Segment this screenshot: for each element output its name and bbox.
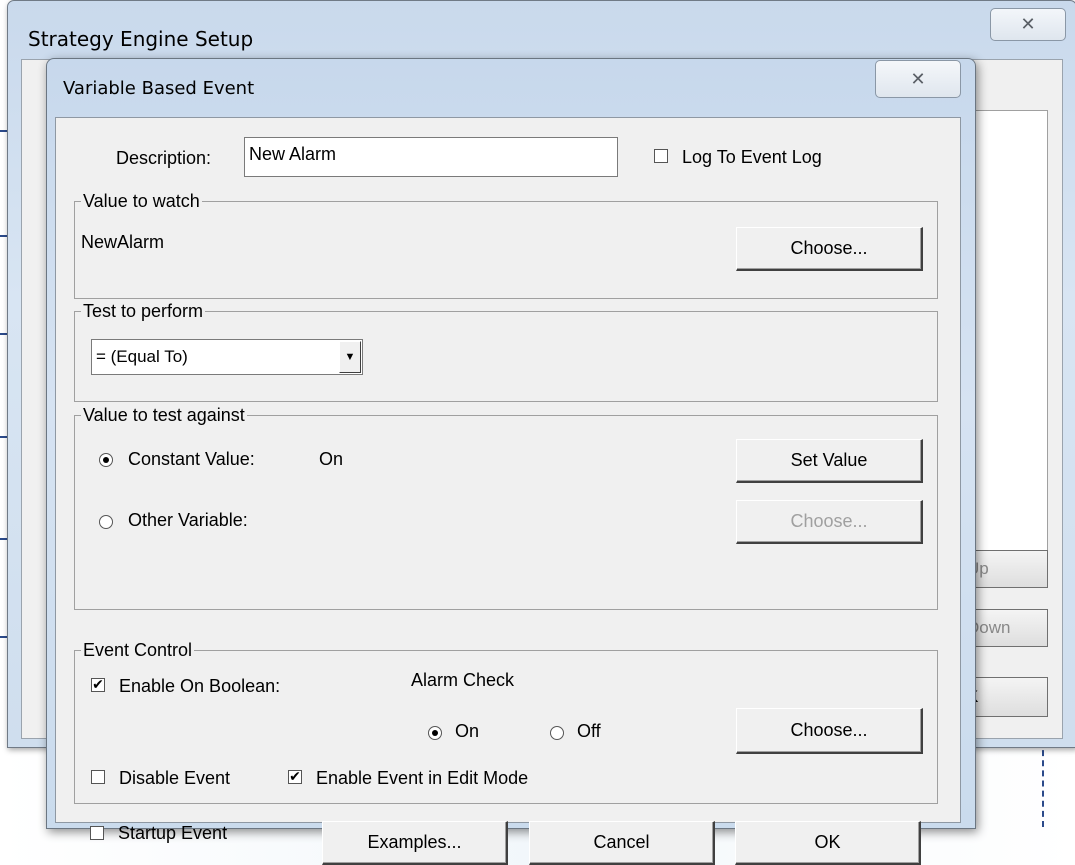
dialog-client-area: Description: New Alarm Log To Event Log … <box>55 117 961 865</box>
variable-based-event-dialog: Variable Based Event ✕ Description: New … <box>46 58 976 865</box>
event-control-group: Event Control ✔ Enable On Boolean: Alarm… <box>74 639 938 804</box>
choose-watch-variable-button[interactable]: Choose... <box>736 227 923 271</box>
cancel-label: Cancel <box>593 832 650 852</box>
close-icon: ✕ <box>910 68 926 89</box>
enable-in-edit-mode-label: Enable Event in Edit Mode <box>316 768 529 788</box>
startup-event-checkbox[interactable] <box>90 826 104 840</box>
background-dashed-line <box>1042 740 1044 827</box>
description-label: Description: <box>116 148 212 168</box>
boolean-variable-name: Alarm Check <box>411 670 515 690</box>
other-variable-label: Other Variable: <box>128 510 248 530</box>
choose-boolean-button[interactable]: Choose... <box>736 708 923 754</box>
boolean-off-label: Off <box>577 721 601 741</box>
startup-event-label: Startup Event <box>118 823 228 843</box>
examples-label: Examples... <box>367 832 462 852</box>
boolean-off-radio[interactable] <box>550 726 564 740</box>
log-to-event-log-checkbox[interactable] <box>654 149 668 163</box>
dialog-title: Variable Based Event <box>63 78 255 99</box>
value-to-test-against-group: Value to test against Constant Value: On… <box>74 404 938 610</box>
background-tick <box>0 130 7 132</box>
outer-close-button[interactable]: ✕ <box>990 8 1066 41</box>
test-to-perform-legend: Test to perform <box>81 300 206 322</box>
outer-window-title: Strategy Engine Setup <box>28 27 254 51</box>
background-tick <box>0 538 7 540</box>
test-to-perform-group: Test to perform = (Equal To) ▼ <box>74 300 938 402</box>
constant-value-label: Constant Value: <box>128 449 255 469</box>
cancel-button[interactable]: Cancel <box>529 821 715 865</box>
dropdown-arrow-icon[interactable]: ▼ <box>339 341 361 373</box>
ok-button[interactable]: OK <box>735 821 921 865</box>
test-operator-select[interactable]: = (Equal To) ▼ <box>91 339 363 375</box>
boolean-on-radio[interactable] <box>428 726 442 740</box>
outer-event-list[interactable] <box>968 110 1048 567</box>
boolean-on-label: On <box>455 721 480 741</box>
constant-value-radio[interactable] <box>99 453 113 467</box>
value-to-watch-group: Value to watch NewAlarm Choose... <box>74 190 938 299</box>
log-to-event-log-label: Log To Event Log <box>682 147 822 167</box>
test-operator-value: = (Equal To) <box>96 347 188 366</box>
choose-boolean-label: Choose... <box>790 720 868 740</box>
event-control-legend: Event Control <box>81 639 195 661</box>
description-input[interactable]: New Alarm <box>244 137 618 177</box>
background-tick <box>0 636 7 638</box>
value-to-test-against-legend: Value to test against <box>81 404 247 426</box>
background-tick <box>0 235 7 237</box>
set-value-label: Set Value <box>790 450 868 470</box>
choose-watch-label: Choose... <box>790 238 868 258</box>
background-tick <box>0 333 7 335</box>
watched-variable-name: NewAlarm <box>81 232 165 252</box>
disable-event-label: Disable Event <box>119 768 231 788</box>
disable-event-checkbox[interactable] <box>91 770 105 784</box>
enable-on-boolean-checkbox[interactable]: ✔ <box>91 678 105 692</box>
dialog-close-button[interactable]: ✕ <box>875 60 961 98</box>
set-value-button[interactable]: Set Value <box>736 439 923 483</box>
examples-button[interactable]: Examples... <box>322 821 508 865</box>
background-tick <box>0 436 7 438</box>
close-icon: ✕ <box>1020 14 1036 34</box>
choose-other-label: Choose... <box>790 511 868 531</box>
enable-on-boolean-label: Enable On Boolean: <box>119 676 281 696</box>
other-variable-radio[interactable] <box>99 515 113 529</box>
enable-in-edit-mode-checkbox[interactable]: ✔ <box>288 770 302 784</box>
ok-label: OK <box>814 832 841 852</box>
choose-other-variable-button[interactable]: Choose... <box>736 500 923 544</box>
constant-value-display: On <box>319 449 344 469</box>
value-to-watch-legend: Value to watch <box>81 190 202 212</box>
